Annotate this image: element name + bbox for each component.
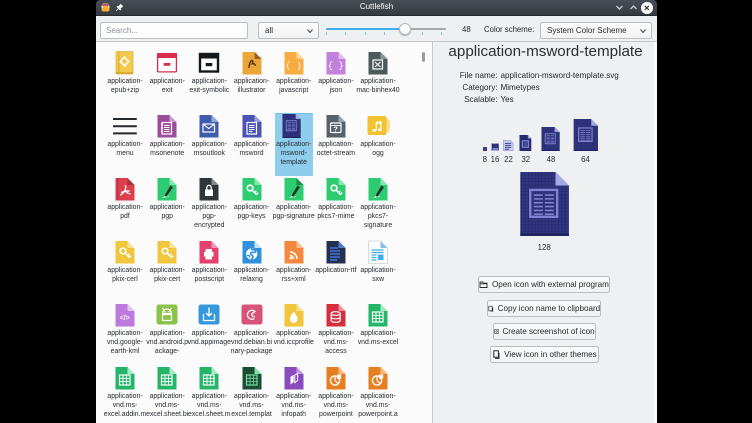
svg-text:{ }: { } — [327, 61, 343, 71]
svg-text:?: ? — [333, 124, 338, 133]
svg-text:( ): ( ) — [285, 61, 301, 71]
svg-text:</>: </> — [120, 314, 130, 321]
